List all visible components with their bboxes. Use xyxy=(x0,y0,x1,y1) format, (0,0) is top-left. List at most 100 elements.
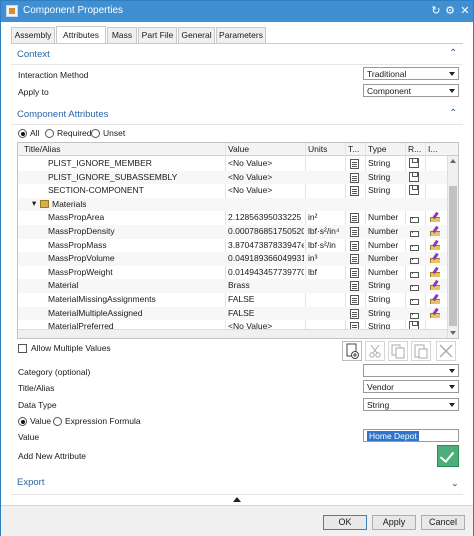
scroll-down-icon[interactable] xyxy=(450,331,456,335)
attribute-value[interactable]: <No Value> xyxy=(228,172,304,182)
horizontal-scrollbar[interactable] xyxy=(18,329,447,338)
attribute-value[interactable]: 2.12856395033225 xyxy=(228,212,304,222)
close-icon[interactable]: ✕ xyxy=(458,4,472,18)
column-value[interactable]: Value xyxy=(228,144,249,154)
text-document-icon[interactable] xyxy=(350,172,359,183)
cancel-button[interactable]: Cancel xyxy=(421,515,465,530)
delete-button[interactable] xyxy=(436,341,456,361)
lock-icon[interactable] xyxy=(410,271,419,278)
tab-general[interactable]: General xyxy=(178,27,215,43)
text-document-icon[interactable] xyxy=(350,227,359,237)
export-section-header[interactable]: Export ⌃ xyxy=(11,476,463,495)
text-document-icon[interactable] xyxy=(350,295,359,305)
edit-attribute-icon[interactable] xyxy=(430,294,440,304)
edit-attribute-icon[interactable] xyxy=(430,253,440,264)
title-alias-combobox[interactable]: Vendor xyxy=(363,380,459,393)
chevron-up-icon[interactable]: ⌃ xyxy=(449,108,459,119)
column-title-alias[interactable]: Title/Alias xyxy=(24,144,61,154)
attribute-value[interactable]: Brass xyxy=(228,280,304,290)
interaction-method-dropdown[interactable]: Traditional xyxy=(363,67,459,80)
attribute-value[interactable]: FALSE xyxy=(228,308,304,318)
lock-icon[interactable] xyxy=(410,299,419,305)
attribute-value[interactable]: 0.0491893660499319 xyxy=(228,253,304,263)
scroll-up-icon[interactable] xyxy=(450,159,456,163)
save-icon[interactable] xyxy=(409,171,419,182)
lock-icon[interactable] xyxy=(410,258,419,265)
edit-attribute-icon[interactable] xyxy=(430,226,440,236)
tab-part-file[interactable]: Part File xyxy=(138,27,177,43)
settings-gear-icon[interactable]: ⚙ xyxy=(443,4,457,18)
attribute-value[interactable]: <No Value> xyxy=(228,158,304,168)
edit-attribute-icon[interactable] xyxy=(430,280,440,291)
edit-attribute-icon[interactable] xyxy=(430,267,440,277)
edit-attribute-icon[interactable] xyxy=(430,240,440,250)
column-r[interactable]: R... xyxy=(408,144,421,154)
filter-required-radio[interactable] xyxy=(45,129,54,138)
text-document-icon[interactable] xyxy=(350,267,359,278)
column-type[interactable]: Type xyxy=(368,144,386,154)
edit-attribute-icon[interactable] xyxy=(430,212,440,223)
reset-icon[interactable]: ↻ xyxy=(429,4,443,18)
table-row[interactable]: MassPropMass 3.87047387833947e... lbf·s²/i… xyxy=(18,239,448,253)
table-row[interactable]: MassPropVolume 0.0491893660499319 in³ Numbe… xyxy=(18,252,448,266)
allow-multiple-values-checkbox[interactable] xyxy=(18,344,27,353)
text-document-icon[interactable] xyxy=(350,281,359,292)
text-document-icon[interactable] xyxy=(350,159,359,169)
expression-formula-radio[interactable] xyxy=(53,417,62,426)
attribute-value[interactable]: 0.000786851750520... xyxy=(228,226,304,236)
more-options-up-icon[interactable] xyxy=(233,497,241,502)
category-dropdown[interactable] xyxy=(363,364,459,377)
attribute-value[interactable]: 3.87047387833947e... xyxy=(228,240,304,250)
copy-button[interactable] xyxy=(388,341,408,361)
table-row[interactable]: MaterialMultipleAssigned FALSE String xyxy=(18,306,448,321)
attribute-value[interactable]: 0.0149434577397707 xyxy=(228,267,304,277)
tab-assembly[interactable]: Assembly xyxy=(11,27,55,43)
lock-icon[interactable] xyxy=(410,285,419,292)
text-document-icon[interactable] xyxy=(350,213,359,224)
new-attribute-button[interactable] xyxy=(342,341,362,361)
attribute-value[interactable]: <No Value> xyxy=(228,185,304,195)
table-row[interactable]: SECTION-COMPONENT <No Value> String xyxy=(18,184,448,198)
text-document-icon[interactable] xyxy=(350,186,359,197)
table-row[interactable]: MaterialMissingAssignments FALSE String xyxy=(18,293,448,307)
column-t[interactable]: T... xyxy=(348,144,359,154)
lock-icon[interactable] xyxy=(410,312,419,319)
text-document-icon[interactable] xyxy=(350,240,359,251)
chevron-up-icon[interactable]: ⌃ xyxy=(449,48,459,59)
text-document-icon[interactable] xyxy=(350,308,359,319)
paste-button[interactable] xyxy=(411,341,431,361)
scroll-thumb[interactable] xyxy=(449,186,457,326)
filter-unset-radio[interactable] xyxy=(91,129,100,138)
tab-mass[interactable]: Mass xyxy=(107,27,137,43)
lock-icon[interactable] xyxy=(410,231,419,237)
column-i[interactable]: I... xyxy=(428,144,437,154)
ok-button[interactable]: OK xyxy=(323,515,367,530)
table-row[interactable]: MassPropDensity 0.000786851750520... lbf·s… xyxy=(18,225,448,239)
component-attributes-section-header[interactable]: Component Attributes ⌃ xyxy=(11,108,463,125)
table-group-row[interactable]: ▾ Materials xyxy=(18,197,448,212)
lock-icon[interactable] xyxy=(410,217,419,224)
value-mode-radio[interactable] xyxy=(18,417,27,426)
attribute-value[interactable]: FALSE xyxy=(228,294,304,304)
apply-button[interactable]: Apply xyxy=(372,515,416,530)
table-row[interactable]: PLIST_IGNORE_MEMBER <No Value> String xyxy=(18,157,448,171)
table-row[interactable]: Material Brass String xyxy=(18,279,448,293)
table-row[interactable]: MassPropWeight 0.0149434577397707 lbf Numbe… xyxy=(18,266,448,280)
apply-to-dropdown[interactable]: Component xyxy=(363,84,459,97)
data-type-dropdown[interactable]: String xyxy=(363,398,459,411)
save-icon[interactable] xyxy=(409,185,419,196)
value-input[interactable]: Home Depot xyxy=(363,429,459,442)
vertical-scrollbar[interactable] xyxy=(447,156,458,338)
table-row[interactable]: MassPropArea 2.12856395033225 in² Number xyxy=(18,211,448,225)
edit-attribute-icon[interactable] xyxy=(430,308,440,318)
cut-button[interactable] xyxy=(365,341,385,361)
title-bar[interactable]: Component Properties ↻ ⚙ ✕ xyxy=(1,1,473,22)
tab-attributes[interactable]: Attributes xyxy=(56,26,106,43)
filter-all-radio[interactable] xyxy=(18,129,27,138)
context-section-header[interactable]: Context ⌃ xyxy=(11,48,463,65)
collapse-toggle-icon[interactable]: ▾ xyxy=(32,198,36,209)
text-document-icon[interactable] xyxy=(350,254,359,265)
save-icon[interactable] xyxy=(409,158,419,168)
table-row[interactable]: PLIST_IGNORE_SUBASSEMBLY <No Value> String xyxy=(18,170,448,185)
chevron-down-icon[interactable]: ⌃ xyxy=(449,476,459,487)
